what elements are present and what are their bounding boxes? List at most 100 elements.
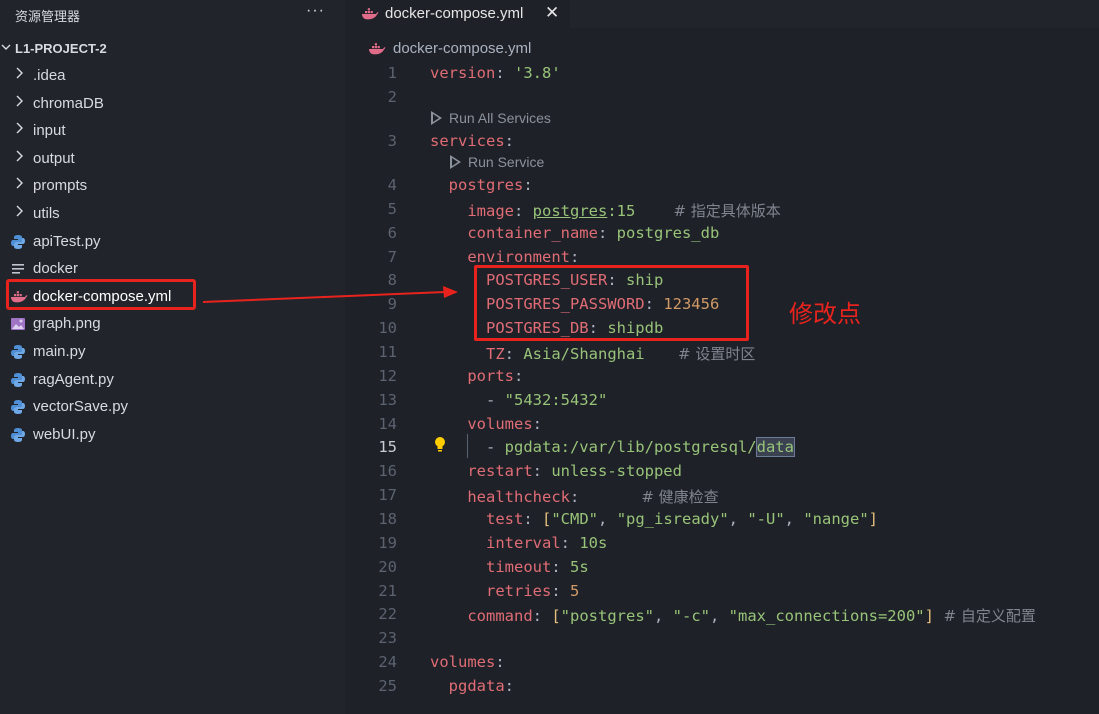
- yaml-value: unless-stopped: [551, 462, 682, 480]
- yaml-punct: :: [569, 248, 580, 266]
- file-ragagent[interactable]: ragAgent.py: [0, 366, 345, 394]
- file-graph[interactable]: graph.png: [0, 310, 345, 338]
- folder-idea[interactable]: .idea: [0, 62, 345, 90]
- file-tree: .idea chromaDB input output prompts util…: [0, 62, 345, 448]
- yaml-punct: ,: [598, 510, 617, 528]
- yaml-key: command: [430, 607, 533, 625]
- folder-prompts[interactable]: prompts: [0, 172, 345, 200]
- line-number: 5: [387, 200, 397, 218]
- folder-label: .idea: [33, 67, 66, 84]
- more-actions-icon[interactable]: ···: [306, 2, 325, 20]
- folder-label: input: [33, 122, 66, 140]
- docker-whale-icon: [368, 41, 386, 62]
- yaml-value: "pg_isready": [616, 510, 729, 528]
- yaml-key: restart: [430, 462, 533, 480]
- yaml-key: retries: [430, 582, 552, 600]
- file-label: vectorSave.py: [33, 398, 129, 416]
- code-line: 6 container_name: postgres_db: [345, 222, 1099, 246]
- python-icon: [10, 344, 26, 360]
- line-number: 24: [378, 653, 397, 671]
- yaml-key: services: [430, 132, 505, 150]
- yaml-value: "max_connections=200": [728, 607, 925, 625]
- code-line: 14 volumes:: [345, 413, 1099, 437]
- folder-chromadb[interactable]: chromaDB: [0, 90, 345, 118]
- editor-tab-bar: docker-compose.yml ✕: [345, 0, 1099, 28]
- code-line: 1 version: '3.8': [345, 62, 1099, 86]
- code-editor[interactable]: 1 version: '3.8' 2 Run All Services 3 serv…: [345, 62, 1099, 714]
- yaml-value: 5: [570, 582, 580, 600]
- chevron-right-icon: [15, 149, 25, 166]
- code-line: 12 ports:: [345, 365, 1099, 389]
- yaml-value-selected: data: [755, 437, 795, 457]
- yaml-punct: ,: [710, 607, 729, 625]
- line-number: 8: [387, 271, 397, 289]
- yaml-key: environment: [430, 248, 570, 266]
- codelens-run-all[interactable]: Run All Services: [431, 109, 551, 126]
- text-file-icon: [10, 261, 26, 277]
- run-icon: [450, 155, 461, 169]
- file-main[interactable]: main.py: [0, 338, 345, 366]
- line-number: 11: [378, 343, 397, 361]
- yaml-key: image: [430, 202, 514, 220]
- python-icon: [10, 372, 26, 388]
- yaml-value: "CMD": [551, 510, 599, 528]
- file-webui[interactable]: webUI.py: [0, 421, 345, 449]
- yaml-value: postgres_db: [616, 224, 720, 242]
- codelens-label: Run Service: [468, 154, 545, 170]
- file-vectorsave[interactable]: vectorSave.py: [0, 393, 345, 421]
- line-number: 9: [387, 295, 397, 313]
- yaml-value: Asia/Shanghai: [523, 345, 645, 363]
- yaml-punct: :: [495, 64, 514, 82]
- lightbulb-icon[interactable]: [432, 436, 448, 459]
- annotation-label: 修改点: [789, 300, 861, 328]
- yaml-key: timeout: [430, 558, 552, 576]
- yaml-punct: ,: [654, 607, 673, 625]
- line-number: 22: [378, 605, 397, 623]
- folder-label: chromaDB: [33, 94, 104, 112]
- line-number: 7: [387, 248, 397, 266]
- highlight-box-file: [6, 279, 196, 310]
- yaml-punct: :: [504, 345, 524, 363]
- code-line: 13 - "5432:5432": [345, 389, 1099, 413]
- project-root[interactable]: L1-PROJECT-2: [0, 38, 345, 60]
- line-number: 2: [387, 88, 397, 106]
- code-line: 17 healthcheck: # 健康检查: [345, 484, 1099, 508]
- yaml-punct: :: [532, 415, 542, 433]
- chevron-right-icon: [15, 121, 25, 138]
- line-number: 23: [378, 629, 397, 647]
- yaml-punct: ,: [784, 510, 804, 528]
- yaml-punct: :: [532, 462, 552, 480]
- folder-input[interactable]: input: [0, 117, 345, 145]
- yaml-key: pgdata: [430, 677, 505, 695]
- yaml-bracket: [: [551, 607, 561, 625]
- yaml-key: version: [430, 64, 496, 82]
- yaml-value: "nange": [803, 510, 869, 528]
- yaml-punct: :: [523, 176, 533, 194]
- yaml-value: "5432:5432": [504, 391, 608, 409]
- highlight-box-changes: [474, 265, 749, 341]
- yaml-comment: # 设置时区: [644, 345, 756, 363]
- folder-label: prompts: [33, 177, 88, 195]
- code-line: 23: [345, 627, 1099, 651]
- file-label: docker: [33, 260, 79, 278]
- line-number: 10: [378, 319, 397, 337]
- chevron-right-icon: [15, 204, 25, 221]
- yaml-key: healthcheck: [430, 488, 570, 506]
- codelens-run-service[interactable]: Run Service: [450, 153, 544, 170]
- yaml-punct: :: [551, 558, 570, 576]
- folder-output[interactable]: output: [0, 145, 345, 173]
- chevron-right-icon: [15, 94, 25, 111]
- close-icon[interactable]: ✕: [545, 3, 559, 23]
- tab-docker-compose[interactable]: docker-compose.yml ✕: [345, 0, 570, 28]
- yaml-key: interval: [430, 534, 561, 552]
- code-line: 25 pgdata:: [345, 675, 1099, 699]
- folder-utils[interactable]: utils: [0, 200, 345, 228]
- file-apitest[interactable]: apiTest.py: [0, 228, 345, 256]
- yaml-punct: :: [597, 224, 617, 242]
- yaml-key: TZ: [430, 345, 505, 363]
- tab-label: docker-compose.yml: [385, 5, 524, 22]
- indent-guide: [467, 434, 468, 458]
- python-icon: [10, 399, 26, 415]
- line-number: 19: [378, 534, 397, 552]
- yaml-value: "postgres": [560, 607, 654, 625]
